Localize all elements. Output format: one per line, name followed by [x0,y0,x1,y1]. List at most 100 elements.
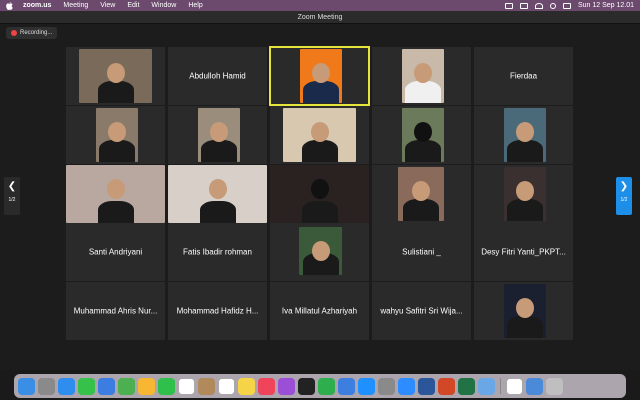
participant-tile[interactable]: Santi Andriyani [66,223,165,281]
participant-tile[interactable]: Iva Millatul Azhariyah [270,282,369,340]
control-center-icon[interactable] [562,2,571,9]
participant-video [79,49,152,103]
keynote-icon[interactable] [338,377,355,395]
participant-video [402,49,444,103]
dock-separator [500,378,501,394]
person-head [312,63,330,83]
reminders-icon[interactable] [218,377,235,395]
facetime-icon[interactable] [158,377,175,395]
participant-tile[interactable]: Muhammad Ahris Nur... [66,282,165,340]
participant-video [402,108,444,162]
photos-icon[interactable] [138,377,155,395]
finder-icon[interactable] [18,377,35,395]
person-head [108,122,126,142]
mail-icon[interactable] [98,377,115,395]
menu-view[interactable]: View [100,2,115,9]
menu-meeting[interactable]: Meeting [63,2,88,9]
participant-name: Fatis Ibadir rohman [183,247,252,257]
search-icon[interactable] [549,2,556,9]
participant-video [198,108,240,162]
zoom-icon[interactable] [398,377,415,395]
excel-icon[interactable] [458,377,475,395]
person-head [414,122,432,142]
participant-tile[interactable] [269,46,370,106]
settings-icon[interactable] [378,377,395,395]
participant-tile[interactable]: Fatis Ibadir rohman [168,223,267,281]
recording-indicator[interactable]: Recording... [6,27,58,39]
participant-tile[interactable] [270,165,369,223]
preview-icon[interactable] [478,377,495,395]
person-body [507,140,543,162]
participant-tile[interactable] [168,165,267,223]
participant-tile[interactable] [66,47,165,105]
person-body [507,316,543,338]
participant-tile[interactable]: Fierdaa [474,47,573,105]
wifi-icon[interactable] [534,2,543,9]
participant-tile[interactable] [270,223,369,281]
appstore-icon[interactable] [358,377,375,395]
person-body [201,140,237,162]
participant-tile[interactable]: Abdulloh Hamid [168,47,267,105]
recording-label: Recording... [20,30,53,36]
status-zoom-icon[interactable] [504,2,513,9]
trash-icon[interactable] [546,377,563,395]
safari-icon[interactable] [58,377,75,395]
menu-edit[interactable]: Edit [127,2,139,9]
person-body [97,201,134,223]
participant-tile[interactable] [168,106,267,164]
downloads-icon[interactable] [526,377,543,395]
person-head [516,298,534,318]
contacts-icon[interactable] [198,377,215,395]
participant-tile[interactable] [474,282,573,340]
tv-icon[interactable] [298,377,315,395]
person-head [311,241,330,261]
next-page-button[interactable]: ❯ 1/2 [616,177,632,215]
battery-icon[interactable] [519,2,528,9]
participant-name: Iva Millatul Azhariyah [281,306,358,316]
apple-icon[interactable] [6,1,13,10]
participant-video [504,167,546,221]
participant-tile[interactable] [474,106,573,164]
participant-tile[interactable]: Sulistiani _ [372,223,471,281]
participant-tile[interactable] [270,106,369,164]
participant-tile[interactable] [372,47,471,105]
menu-window[interactable]: Window [151,2,176,9]
person-head [310,122,329,142]
podcasts-icon[interactable] [278,377,295,395]
participant-tile[interactable] [66,165,165,223]
participant-tile[interactable] [66,106,165,164]
launchpad-icon[interactable] [38,377,55,395]
calendar-icon[interactable] [178,377,195,395]
powerpoint-icon[interactable] [438,377,455,395]
person-head [516,181,534,201]
menu-help[interactable]: Help [188,2,202,9]
person-head [106,179,125,199]
previous-page-button[interactable]: ❮ 1/2 [4,177,20,215]
participant-tile[interactable]: Desy Fitri Yanti_PKPT... [474,223,573,281]
participant-video [398,167,444,221]
participant-video [504,284,546,338]
dock [14,374,626,398]
participant-video [66,165,165,223]
notes-icon[interactable] [238,377,255,395]
participant-video [504,108,546,162]
participant-tile[interactable] [474,165,573,223]
maps-icon[interactable] [118,377,135,395]
menu-app-name[interactable]: zoom.us [23,2,51,9]
chrome-icon[interactable] [506,377,523,395]
participant-name: Abdulloh Hamid [189,71,246,81]
window-title: Zoom Meeting [0,11,640,24]
participant-video [270,165,369,223]
participant-name: wahyu Safitri Sri Wija... [380,306,463,316]
participant-video [300,49,342,103]
messages-icon[interactable] [78,377,95,395]
menubar-clock[interactable]: Sun 12 Sep 12.01 [578,2,634,9]
participant-tile[interactable]: Mohammad Hafidz H... [168,282,267,340]
music-icon[interactable] [258,377,275,395]
numbers-icon[interactable] [318,377,335,395]
word-icon[interactable] [418,377,435,395]
participant-tile[interactable] [372,106,471,164]
participant-tile[interactable]: wahyu Safitri Sri Wija... [372,282,471,340]
participant-video [299,227,342,275]
participant-tile[interactable] [372,165,471,223]
